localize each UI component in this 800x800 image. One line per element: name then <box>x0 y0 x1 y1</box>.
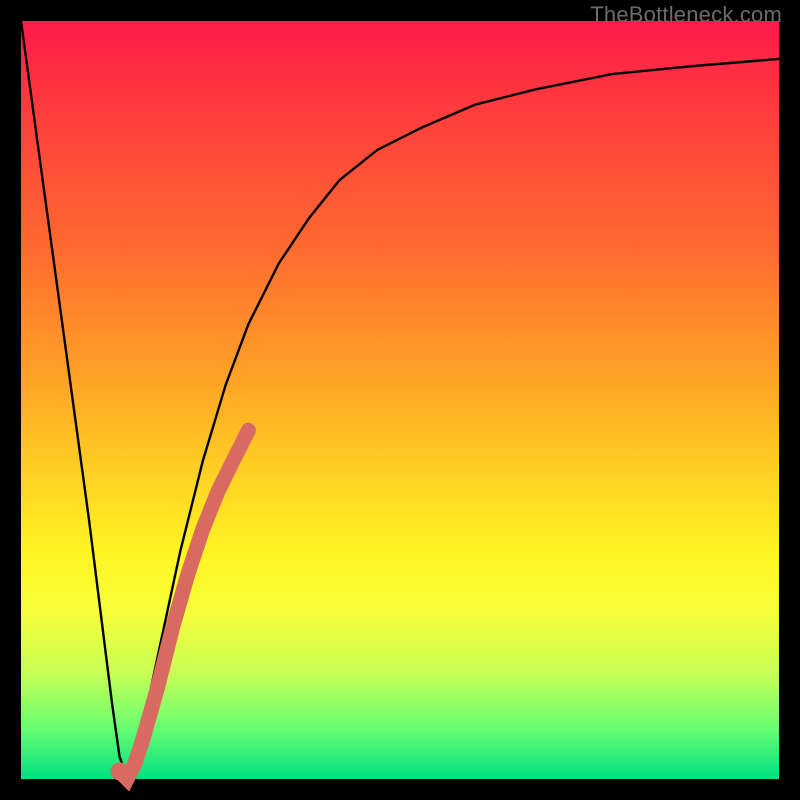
highlight-end-dot <box>111 762 129 780</box>
chart-frame: TheBottleneck.com <box>0 0 800 800</box>
highlight-segment <box>120 430 249 779</box>
source-attribution: TheBottleneck.com <box>590 2 782 28</box>
plot-area <box>21 21 779 779</box>
bottleneck-curve-svg <box>21 21 779 779</box>
bottleneck-curve <box>21 21 779 779</box>
